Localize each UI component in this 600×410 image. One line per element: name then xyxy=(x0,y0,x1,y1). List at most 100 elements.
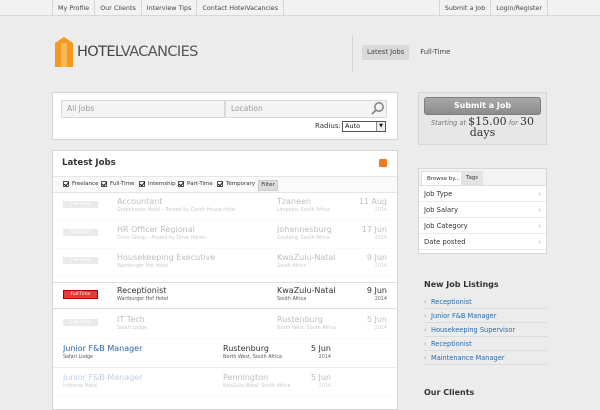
filter-button[interactable]: Filter xyxy=(258,180,278,191)
nav-contact[interactable]: Contact HotelVacancies xyxy=(196,0,285,16)
radius-label: Radius: xyxy=(315,122,341,130)
job-date: 5 Jun xyxy=(310,344,331,353)
chevron-right-icon: › xyxy=(538,190,541,198)
job-location: Johannesburg xyxy=(277,225,332,234)
job-title[interactable]: Junior F&B Manager xyxy=(63,344,142,353)
job-row[interactable]: Junior F&B Manager Safari Lodge Rustenbu… xyxy=(53,341,397,368)
location-input[interactable]: Location xyxy=(225,100,387,118)
job-company: Wartburger Hof Hotel xyxy=(117,264,169,269)
job-row[interactable]: Full-Time IT Tech Safari Lodge Rustenbur… xyxy=(53,312,397,339)
job-company: Greenhouse Hotel – Posted by Czech House… xyxy=(117,208,236,213)
checkbox-icon[interactable] xyxy=(217,181,223,187)
radius-select[interactable]: Auto ▼ xyxy=(342,121,386,132)
job-location: Tzaneen xyxy=(277,197,311,206)
job-title[interactable]: IT Tech xyxy=(117,315,145,324)
job-location: KwaZulu-Natal xyxy=(277,286,336,295)
job-title[interactable]: Receptionist xyxy=(117,286,166,295)
job-year: 2014 xyxy=(374,208,387,213)
keywords-input[interactable]: All Jobs xyxy=(61,100,225,118)
job-date: 5 Jun xyxy=(310,373,331,382)
nav-login-register[interactable]: Login/Register xyxy=(490,0,548,16)
browse-item-job-category[interactable]: Job Category › xyxy=(419,218,546,234)
job-title[interactable]: HR Officer Regional xyxy=(117,225,195,234)
chevron-right-icon: › xyxy=(538,222,541,230)
checkbox-icon[interactable] xyxy=(63,181,69,187)
browse-item-job-type[interactable]: Job Type › xyxy=(419,186,546,202)
submit-job-button[interactable]: Submit a Job xyxy=(424,97,541,115)
tab-browse-by[interactable]: Browse by... xyxy=(421,171,466,185)
rss-icon[interactable] xyxy=(379,159,387,167)
search-icon[interactable] xyxy=(371,101,385,115)
job-region: KwaZulu-Natal, South Africa xyxy=(223,384,291,389)
tab-latest-jobs[interactable]: Latest Jobs xyxy=(362,45,410,60)
job-type-badge: Full-Time xyxy=(63,201,98,208)
job-date: 5 Jun xyxy=(366,315,387,324)
browse-item-job-salary[interactable]: Job Salary › xyxy=(419,202,546,218)
job-type-filters: Freelance Full-Time Internship Part-Time… xyxy=(53,176,397,193)
site-logo[interactable]: HOTELVACANCIES xyxy=(55,36,198,68)
browse-panel: Browse by... Tags Job Type › Job Salary › … xyxy=(418,168,547,254)
filter-part-time[interactable]: Part-Time xyxy=(178,181,213,187)
job-region: North West, South Africa xyxy=(277,326,336,331)
days-count: 30 xyxy=(519,115,534,128)
job-row-highlighted[interactable]: Full-Time Receptionist Wartburger Hof Ho… xyxy=(53,282,397,309)
filter-full-time[interactable]: Full-Time xyxy=(101,181,134,187)
filter-freelance[interactable]: Freelance xyxy=(63,181,98,187)
checkbox-icon[interactable] xyxy=(101,181,107,187)
job-type-badge: Full-Time xyxy=(63,319,98,326)
new-listing-link[interactable]: Maintenance Manager xyxy=(424,351,547,365)
checkbox-icon[interactable] xyxy=(139,181,145,187)
our-clients-heading: Our Clients xyxy=(424,388,475,397)
nav-submit-job[interactable]: Submit a Job xyxy=(438,0,491,16)
filter-internship[interactable]: Internship xyxy=(139,181,176,187)
submit-job-panel: Submit a Job Starting at $15.00 for 30 d… xyxy=(418,92,547,145)
nav-my-profile[interactable]: My Profile xyxy=(52,0,94,16)
job-year: 2014 xyxy=(374,236,387,241)
header-divider xyxy=(352,36,353,72)
nav-interview-tips[interactable]: Interview Tips xyxy=(140,0,197,16)
job-type-badge: Full-Time xyxy=(63,229,98,236)
job-region: Gauteng, South Africa xyxy=(277,236,330,241)
job-location: Rustenburg xyxy=(277,315,323,324)
new-listing-link[interactable]: Junior F&B Manager xyxy=(424,309,547,323)
new-listing-link[interactable]: Receptionist xyxy=(424,337,547,351)
job-year: 2014 xyxy=(318,384,331,389)
chevron-down-icon: ▼ xyxy=(376,122,385,131)
radius-value: Auto xyxy=(345,122,361,130)
job-row[interactable]: Full-Time HR Officer Regional Drive Grou… xyxy=(53,222,397,249)
nav-our-clients[interactable]: Our Clients xyxy=(94,0,141,16)
job-year: 2014 xyxy=(374,264,387,269)
browse-tabs: Browse by... Tags xyxy=(419,169,546,186)
job-type-badge: Full-Time xyxy=(63,257,98,264)
job-region: North West, South Africa xyxy=(223,355,282,360)
top-nav-bar: My Profile Our Clients Interview Tips Co… xyxy=(0,0,600,16)
browse-item-date-posted[interactable]: Date posted › xyxy=(419,234,546,250)
job-row[interactable]: Full-Time Housekeeping Executive Wartbur… xyxy=(53,250,397,277)
job-date: 11 Aug xyxy=(358,197,387,206)
job-row[interactable]: Full-Time Accountant Greenhouse Hotel – … xyxy=(53,194,397,221)
job-title[interactable]: Housekeeping Executive xyxy=(117,253,215,262)
job-region: South Africa xyxy=(277,297,307,302)
latest-jobs-panel: Latest Jobs Freelance Full-Time Internsh… xyxy=(52,150,398,410)
chevron-right-icon: › xyxy=(538,206,541,214)
job-company: Inthorne Hotel xyxy=(63,384,98,389)
new-listing-link[interactable]: Housekeeping Supervisor xyxy=(424,323,547,337)
top-nav-left: My Profile Our Clients Interview Tips Co… xyxy=(52,0,285,16)
tab-tags[interactable]: Tags xyxy=(461,171,484,185)
job-title[interactable]: Accountant xyxy=(117,197,162,206)
job-title[interactable]: Junior F&B Manager xyxy=(63,373,142,382)
job-company: Safari Lodge xyxy=(63,355,94,360)
job-location: Rustenburg xyxy=(223,344,269,353)
job-company: Drive Group – Posted by Drive Hotels xyxy=(117,236,206,241)
filter-temporary[interactable]: Temporary xyxy=(217,181,255,187)
checkbox-icon[interactable] xyxy=(178,181,184,187)
job-year: 2014 xyxy=(318,355,331,360)
new-listing-link[interactable]: Receptionist xyxy=(424,295,547,309)
job-row[interactable]: Junior F&B Manager Inthorne Hotel Pennin… xyxy=(53,370,397,397)
job-year: 2014 xyxy=(374,297,387,302)
new-listings-heading: New Job Listings xyxy=(424,280,499,289)
tab-full-time[interactable]: Full-Time xyxy=(415,45,455,60)
chevron-right-icon: › xyxy=(538,238,541,246)
pricing-text: Starting at $15.00 for 30 days xyxy=(431,115,534,139)
building-icon xyxy=(55,37,73,67)
